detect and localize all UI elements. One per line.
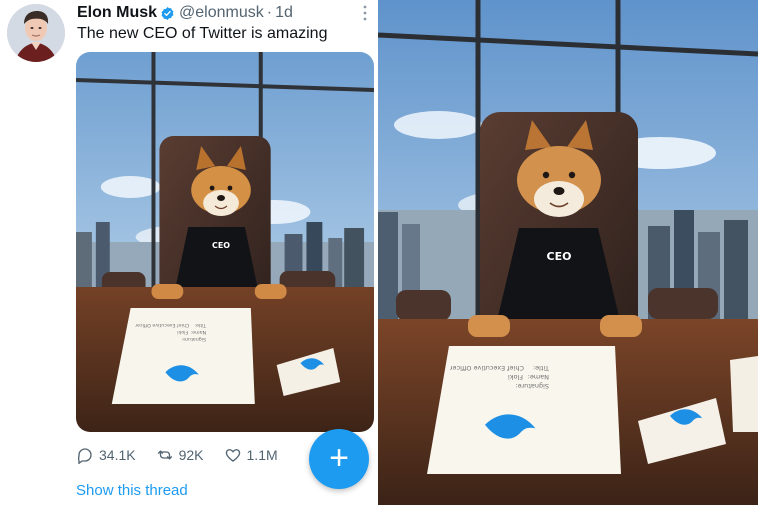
tweet-actions: 34.1K 92K 1.1M <box>76 443 298 467</box>
compose-button[interactable]: + <box>309 429 369 489</box>
expanded-paper-signature: Signature: <box>515 382 549 390</box>
tweet-time[interactable]: 1d <box>275 4 293 22</box>
retweet-icon <box>157 450 172 460</box>
meta-separator: · <box>266 4 273 21</box>
plus-icon: + <box>329 439 349 477</box>
paper-line-chief: Chief Executive Officer <box>135 322 189 328</box>
more-vertical-icon[interactable] <box>360 3 370 23</box>
paper-line-signature: Signature: <box>181 336 206 342</box>
expanded-hoodie-label: CEO <box>547 250 572 263</box>
expanded-paper-floki: Floki <box>508 373 523 381</box>
author-name[interactable]: Elon Musk <box>77 4 157 22</box>
expanded-office-scene: CEO Signature: Name: Title: Floki Chief … <box>378 0 758 505</box>
verified-badge-icon <box>160 6 175 21</box>
expanded-paper-title: Title: <box>533 364 550 372</box>
office-scene-illustration: CEO Signature: Name: Title: Floki Chief … <box>76 52 374 432</box>
retweet-action[interactable]: 92K <box>156 446 204 464</box>
tweet-photo[interactable]: CEO Signature: Name: Title: Floki Chief … <box>76 52 374 432</box>
retweet-count: 92K <box>178 447 204 463</box>
author-handle[interactable]: @elonmusk <box>179 4 264 22</box>
paper-line-name: Name: <box>190 329 206 335</box>
avatar[interactable] <box>7 4 65 62</box>
paper-line-title: Title: <box>194 322 207 328</box>
expanded-paper-chief: Chief Executive Officer <box>449 364 524 372</box>
tweet-text: The new CEO of Twitter is amazing <box>77 25 328 42</box>
paper-line-floki: Floki <box>177 329 188 335</box>
reply-count: 34.1K <box>99 447 136 463</box>
hoodie-label: CEO <box>212 241 230 250</box>
expanded-photo-panel[interactable]: CEO Signature: Name: Title: Floki Chief … <box>378 0 758 505</box>
like-count: 1.1M <box>246 447 278 463</box>
tweet-author-row: Elon Musk @elonmusk · 1d <box>77 4 293 22</box>
expanded-paper-name: Name: <box>528 373 549 381</box>
reply-icon <box>77 448 92 464</box>
heart-icon <box>225 449 240 462</box>
show-thread-link[interactable]: Show this thread <box>76 482 188 499</box>
reply-action[interactable]: 34.1K <box>76 446 136 464</box>
tweet-panel: Elon Musk @elonmusk · 1d The new CEO of … <box>0 0 378 505</box>
like-action[interactable]: 1.1M <box>224 446 278 464</box>
